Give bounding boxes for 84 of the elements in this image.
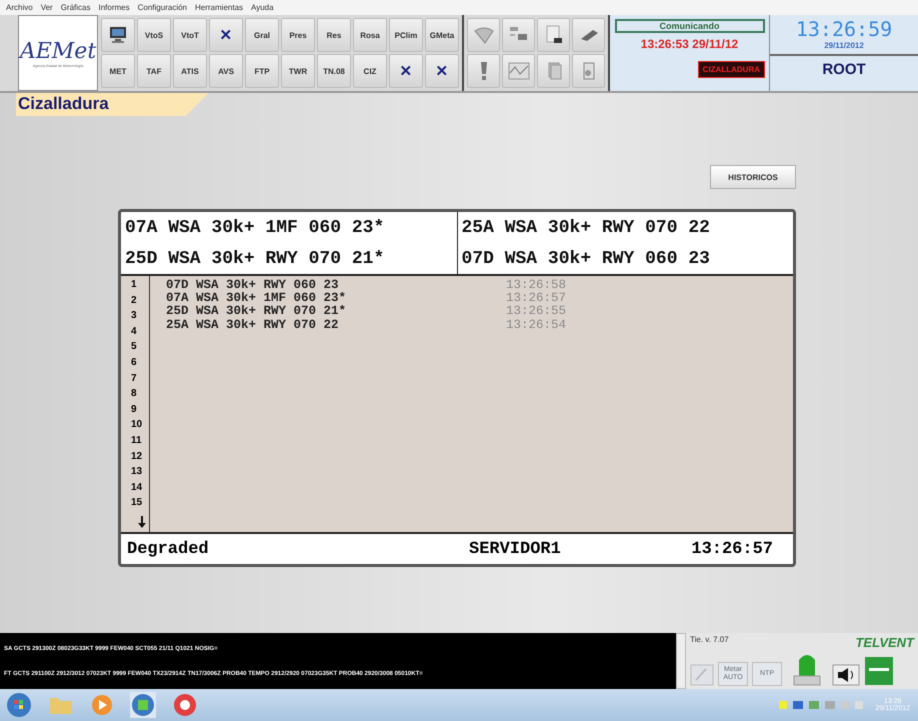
alert-text: 07D WSA 30k+ RWY 060 23: [460, 248, 711, 268]
line-number: 8: [130, 388, 138, 402]
line-number: 5: [130, 341, 138, 354]
menu-item[interactable]: Configuración: [138, 3, 187, 12]
speaker-icon: [832, 664, 860, 686]
chart-icon: [508, 61, 530, 81]
toolbar-button[interactable]: TWR: [281, 54, 315, 88]
close-button[interactable]: ✕: [209, 18, 243, 52]
gauge-button[interactable]: [467, 18, 500, 52]
history-button[interactable]: HISTORICOS: [710, 165, 796, 189]
log-message: 25D WSA 30k+ RWY 070 21*: [166, 305, 348, 319]
server-name: SERVIDOR1: [469, 540, 562, 558]
toolbar-button[interactable]: GMeta: [425, 18, 459, 52]
down-arrow-icon: [138, 516, 146, 528]
toolbar-button[interactable]: Res: [317, 18, 351, 52]
line-number: 3: [130, 310, 138, 324]
list-button[interactable]: [502, 18, 535, 52]
toolbar-button[interactable]: TAF: [137, 54, 171, 88]
alarm-badge: CIZALLADURA: [698, 61, 765, 78]
section-title: Cizalladura: [16, 93, 209, 116]
clock-date: 29/11/2012: [770, 41, 918, 56]
menu-item[interactable]: Herramientas: [195, 3, 244, 12]
line-number: 14: [130, 482, 144, 495]
exclamation-button[interactable]: [467, 54, 500, 88]
exclamation-icon: [480, 61, 486, 81]
log-time: 13:26:58: [506, 279, 566, 292]
monitor-icon: [108, 26, 128, 44]
log-message: 07D WSA 30k+ RWY 060 23: [166, 279, 340, 292]
line-number: 9: [130, 404, 138, 417]
toolbar-button[interactable]: Pres: [281, 18, 315, 52]
toolbar-button[interactable]: AVS: [209, 54, 243, 88]
toolbar-button[interactable]: Rosa: [353, 18, 387, 52]
user-name: ROOT: [822, 61, 866, 78]
brand-logo: TELVENT: [855, 635, 914, 650]
line-number: 1: [130, 279, 138, 292]
log-time: 13:26:57: [506, 292, 566, 306]
scrollbar[interactable]: [676, 633, 686, 689]
toolbar-button[interactable]: ATIS: [173, 54, 207, 88]
media-player-icon[interactable]: [90, 693, 114, 717]
version-label: Tie. v. 7.07: [690, 635, 729, 646]
connection-state: Degraded: [127, 540, 210, 558]
toolbar-button[interactable]: CIZ: [353, 54, 387, 88]
line-number: 4: [130, 326, 138, 339]
menu-item[interactable]: Archivo: [6, 3, 33, 12]
close-button[interactable]: ✕: [425, 54, 459, 88]
alert-text: 07A WSA 30k+ 1MF 060 23*: [121, 212, 458, 243]
line-number: 13: [130, 466, 144, 480]
footer-time: 13:26:57: [691, 540, 773, 558]
alert-text: 25D WSA 30k+ RWY 070 21*: [121, 243, 458, 274]
clock-time: 13:26:59: [796, 17, 892, 41]
log-message: 07A WSA 30k+ 1MF 060 23*: [166, 292, 348, 306]
gauge-icon: [472, 25, 494, 45]
browser-icon[interactable]: [130, 692, 156, 718]
toolbar-button[interactable]: VtoT: [173, 18, 207, 52]
log-message: 25A WSA 30k+ RWY 070 22: [166, 318, 340, 332]
line-number: 11: [130, 434, 143, 448]
wand-icon: [690, 664, 714, 686]
line-number: 15: [130, 497, 144, 510]
menu-item[interactable]: Gráficas: [60, 3, 90, 12]
menu-item[interactable]: Ver: [40, 3, 53, 12]
line-number: 10: [130, 419, 144, 432]
line-number: 7: [130, 372, 138, 386]
document-button[interactable]: [537, 18, 570, 52]
alert-text: 25A WSA 30k+ RWY 070 22: [460, 218, 711, 238]
line-number: 12: [130, 450, 144, 464]
toolbar-button[interactable]: FTP: [245, 54, 279, 88]
toolbar-button[interactable]: VtoS: [137, 18, 171, 52]
start-button-icon[interactable]: [6, 692, 32, 718]
company-logo-icon: [864, 656, 894, 686]
line-number: 2: [130, 294, 138, 308]
log-time: 13:26:55: [506, 305, 566, 319]
toolbar-button[interactable]: PClim: [389, 18, 423, 52]
menu-item[interactable]: Informes: [98, 3, 130, 12]
connection-status: Comunicando: [614, 19, 764, 33]
monitor-button[interactable]: [101, 18, 135, 52]
toolbar-button[interactable]: TN.08: [317, 54, 351, 88]
toolbar-button[interactable]: MET: [101, 54, 135, 88]
toolbar-button[interactable]: Gral: [245, 18, 279, 52]
app-icon[interactable]: [172, 692, 198, 718]
log-time: 13:26:54: [506, 318, 566, 332]
close-button[interactable]: ✕: [389, 54, 423, 88]
menu-item[interactable]: Ayuda: [251, 3, 274, 12]
line-number: 6: [130, 356, 138, 370]
timestamp: 13:26:53 29/11/12: [640, 37, 738, 51]
